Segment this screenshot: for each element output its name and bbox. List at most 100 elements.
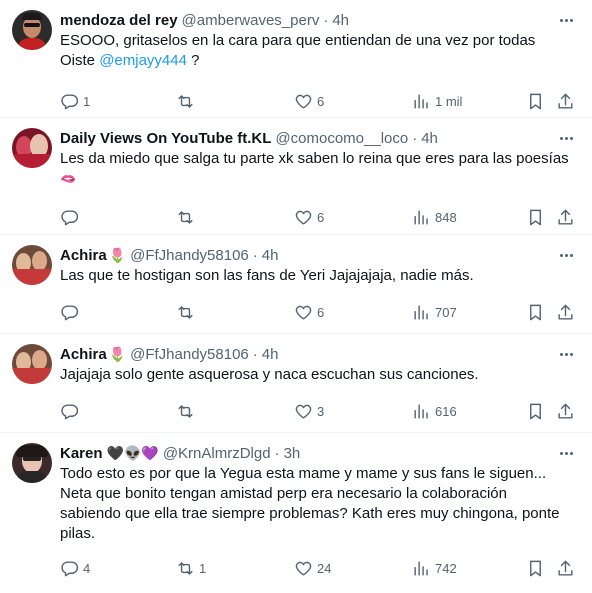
- tweet-text-line: Las que te hostigan son las fans de Yeri…: [60, 267, 474, 284]
- more-options-button[interactable]: [556, 346, 576, 362]
- share-icon: [558, 560, 573, 576]
- tweet[interactable]: Achira 🌷 @FfJhandy58106 · 4h Las que te …: [0, 235, 592, 334]
- tweet[interactable]: mendoza del rey @amberwaves_perv · 4h ES…: [0, 0, 592, 118]
- user-handle[interactable]: @comocomo__loco: [275, 130, 408, 147]
- action-bar: 6 707: [60, 294, 573, 332]
- tulip-emoji: 🌷: [108, 247, 127, 263]
- like-button[interactable]: 24: [294, 559, 331, 578]
- views-button[interactable]: 1 mil: [412, 92, 462, 111]
- avatar[interactable]: [12, 443, 52, 483]
- retweet-button[interactable]: [176, 208, 199, 227]
- like-button[interactable]: 6: [294, 303, 324, 322]
- like-count: 24: [317, 561, 332, 576]
- timestamp[interactable]: 4h: [262, 346, 279, 363]
- retweet-icon: [178, 211, 193, 224]
- like-button[interactable]: 6: [294, 208, 324, 227]
- retweet-button[interactable]: [176, 303, 199, 322]
- bookmark-icon: [530, 209, 541, 226]
- reply-icon: [61, 94, 79, 110]
- avatar[interactable]: [12, 128, 52, 168]
- timestamp[interactable]: 3h: [284, 445, 301, 462]
- share-icon: [558, 304, 573, 320]
- heart-icon: [295, 210, 312, 225]
- reply-button[interactable]: [60, 303, 83, 322]
- timestamp[interactable]: 4h: [421, 130, 438, 147]
- heart-alien-purple-emoji: 🖤👽💜: [106, 445, 159, 461]
- tweet-text: Les da miedo que salga tu parte xk saben…: [60, 149, 570, 189]
- bookmark-button[interactable]: [526, 402, 545, 421]
- mention-link[interactable]: @emjayy444: [99, 52, 187, 69]
- more-options-button[interactable]: [556, 12, 576, 28]
- reply-button[interactable]: 1: [60, 92, 90, 111]
- share-button[interactable]: [556, 559, 575, 578]
- action-bar: 4 1 24 742: [60, 550, 573, 588]
- bookmark-button[interactable]: [526, 559, 545, 578]
- retweet-button[interactable]: 1: [176, 559, 206, 578]
- share-button[interactable]: [556, 92, 575, 111]
- bookmark-button[interactable]: [526, 303, 545, 322]
- action-bar: 3 616: [60, 393, 573, 431]
- retweet-button[interactable]: [176, 92, 199, 111]
- like-button[interactable]: 3: [294, 402, 324, 421]
- tweet-text-line: pilas.: [60, 525, 96, 542]
- bookmark-button[interactable]: [526, 92, 545, 111]
- user-handle[interactable]: @KrnAlmrzDlgd: [163, 445, 271, 462]
- display-name[interactable]: Achira: [60, 346, 107, 363]
- tweet[interactable]: Karen 🖤👽💜 @KrnAlmrzDlgd · 3h Todo esto e…: [0, 433, 592, 593]
- user-handle[interactable]: @FfJhandy58106: [130, 346, 249, 363]
- views-button[interactable]: 848: [412, 208, 457, 227]
- tweet-text-line: Todo esto es por que la Yegua esta mame …: [60, 465, 547, 482]
- more-options-button[interactable]: [556, 445, 576, 461]
- share-button[interactable]: [556, 208, 575, 227]
- tweet[interactable]: Daily Views On YouTube ft.KL @comocomo__…: [0, 118, 592, 235]
- retweet-icon: [178, 405, 193, 418]
- views-chart-icon: [414, 94, 428, 109]
- tulip-emoji: 🌷: [108, 346, 127, 362]
- display-name[interactable]: Daily Views On YouTube ft.KL: [60, 130, 271, 147]
- more-options-button[interactable]: [556, 130, 576, 146]
- views-count: 707: [435, 305, 457, 320]
- views-button[interactable]: 707: [412, 303, 457, 322]
- avatar[interactable]: [12, 10, 52, 50]
- user-handle[interactable]: @FfJhandy58106: [130, 247, 249, 264]
- share-button[interactable]: [556, 402, 575, 421]
- views-button[interactable]: 742: [412, 559, 457, 578]
- reply-button[interactable]: [60, 208, 83, 227]
- display-name[interactable]: Achira: [60, 247, 107, 264]
- tweet-text-line: Neta que bonito tengan amistad perp era …: [60, 485, 507, 502]
- heart-icon: [295, 305, 312, 320]
- reply-button[interactable]: [60, 402, 83, 421]
- views-button[interactable]: 616: [412, 402, 457, 421]
- display-name[interactable]: mendoza del rey: [60, 12, 178, 29]
- like-button[interactable]: 6: [294, 92, 324, 111]
- bookmark-icon: [530, 304, 541, 321]
- heart-icon: [295, 404, 312, 419]
- display-name[interactable]: Karen: [60, 445, 103, 462]
- tweet[interactable]: Achira 🌷 @FfJhandy58106 · 4h Jajajaja so…: [0, 334, 592, 433]
- reply-count: 1: [83, 94, 91, 109]
- views-chart-icon: [414, 404, 428, 419]
- replies-timeline: mendoza del rey @amberwaves_perv · 4h ES…: [0, 0, 592, 593]
- avatar[interactable]: [12, 344, 52, 384]
- retweet-button[interactable]: [176, 402, 199, 421]
- share-icon: [558, 209, 573, 225]
- tweet-text-line: ESOOO, gritaselos en la cara para que en…: [60, 32, 536, 49]
- more-options-button[interactable]: [556, 247, 576, 263]
- share-icon: [558, 93, 573, 109]
- reply-count: 4: [83, 561, 91, 576]
- reply-icon: [61, 210, 79, 226]
- share-button[interactable]: [556, 303, 575, 322]
- avatar[interactable]: [12, 245, 52, 285]
- reply-button[interactable]: 4: [60, 559, 90, 578]
- share-icon: [558, 403, 573, 419]
- user-handle[interactable]: @amberwaves_perv: [182, 12, 320, 29]
- like-count: 6: [317, 210, 325, 225]
- separator-dot: ·: [323, 11, 329, 29]
- bookmark-icon: [530, 93, 541, 110]
- bookmark-icon: [530, 403, 541, 420]
- bookmark-button[interactable]: [526, 208, 545, 227]
- timestamp[interactable]: 4h: [332, 12, 349, 29]
- timestamp[interactable]: 4h: [262, 247, 279, 264]
- retweet-icon: [178, 562, 193, 575]
- views-chart-icon: [414, 305, 428, 320]
